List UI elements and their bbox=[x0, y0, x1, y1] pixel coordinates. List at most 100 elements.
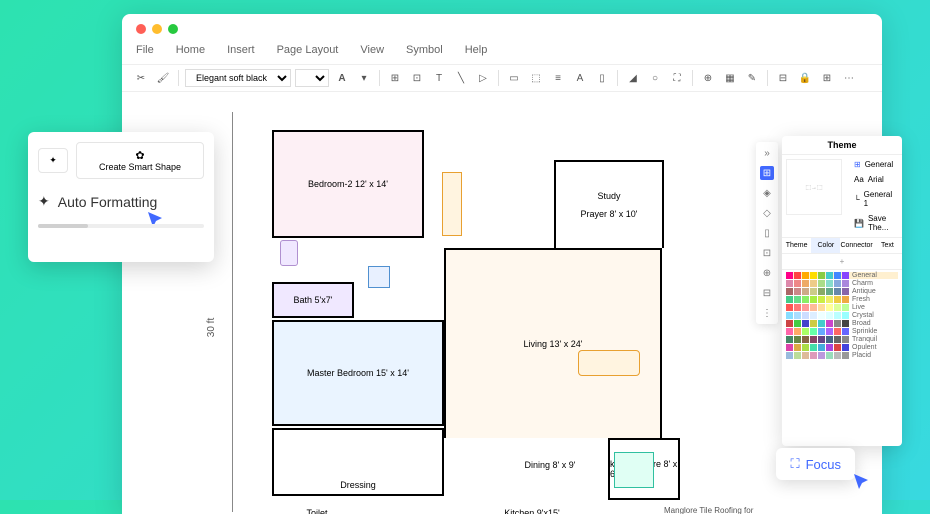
room-kitchen[interactable]: Kitchen 9'x15' bbox=[472, 498, 592, 514]
shape-icon[interactable]: ⬚ bbox=[527, 69, 545, 87]
cursor-icon bbox=[852, 472, 872, 492]
tab-connector[interactable]: Connector bbox=[840, 238, 872, 253]
room-toilet[interactable]: Toilet bbox=[272, 498, 362, 514]
font-select[interactable]: Elegant soft black bbox=[185, 69, 291, 87]
settings-icon[interactable]: ⊟ bbox=[760, 286, 774, 300]
sofa-icon bbox=[578, 350, 640, 376]
theme-panel: Theme ⬚→⬚ ⊞General AaArial └General 1 💾S… bbox=[782, 136, 902, 446]
close-icon[interactable] bbox=[136, 24, 146, 34]
slider[interactable] bbox=[38, 224, 204, 228]
palette-row[interactable]: Fresh bbox=[786, 296, 898, 303]
palette-row[interactable]: Opulent bbox=[786, 344, 898, 351]
shape-icon[interactable]: ▯ bbox=[593, 69, 611, 87]
theme-opt-arial[interactable]: AaArial bbox=[848, 172, 900, 187]
theme-opt-general[interactable]: ⊞General bbox=[848, 157, 900, 172]
palette-row[interactable]: Live bbox=[786, 304, 898, 311]
focus-icon: ⛶ bbox=[790, 456, 799, 472]
cut-icon[interactable]: ✂ bbox=[132, 69, 150, 87]
minimize-icon[interactable] bbox=[152, 24, 162, 34]
room-dressing[interactable]: Dressing bbox=[272, 428, 444, 496]
palette-row[interactable]: Broad bbox=[786, 320, 898, 327]
room-master[interactable]: Master Bedroom 15' x 14' bbox=[272, 320, 444, 426]
grid-icon[interactable]: ⊞ bbox=[818, 69, 836, 87]
theme-opt-save[interactable]: 💾Save The... bbox=[848, 211, 900, 235]
grid-icon[interactable]: ⊞ bbox=[760, 166, 774, 180]
tl-icon[interactable]: ⊡ bbox=[408, 69, 426, 87]
tab-color[interactable]: Color bbox=[811, 238, 840, 253]
paint-icon[interactable]: 🖌 bbox=[154, 69, 172, 87]
maximize-icon[interactable] bbox=[168, 24, 178, 34]
crop-icon[interactable]: ⛶ bbox=[668, 69, 686, 87]
room-bath[interactable]: Bath 5'x7' bbox=[272, 282, 354, 318]
pen-icon[interactable]: ✎ bbox=[743, 69, 761, 87]
text-icon[interactable]: A bbox=[571, 69, 589, 87]
label: Focus bbox=[806, 457, 841, 472]
label: Study bbox=[597, 191, 620, 201]
room-bedroom2[interactable]: Bedroom-2 12' x 14' bbox=[272, 130, 424, 238]
theme-preview[interactable]: ⬚→⬚ bbox=[786, 159, 842, 215]
floor-plan: Bedroom-2 12' x 14' Study Prayer 8' x 10… bbox=[272, 112, 782, 514]
layers-icon[interactable]: ◇ bbox=[760, 206, 774, 220]
toolbar: ✂ 🖌 Elegant soft black 12 A ▾ ⊞ ⊡ T ╲ ▷ … bbox=[122, 64, 882, 92]
label-manglore: Manglore Tile Roofing for Parking bbox=[664, 506, 782, 514]
menu-insert[interactable]: Insert bbox=[227, 44, 255, 56]
focus-button[interactable]: ⛶ Focus bbox=[776, 448, 855, 480]
toilet-icon bbox=[280, 240, 298, 266]
palette-row[interactable]: Sprinkle bbox=[786, 328, 898, 335]
menu-home[interactable]: Home bbox=[176, 44, 205, 56]
menu-view[interactable]: View bbox=[360, 44, 384, 56]
image-icon[interactable]: ▦ bbox=[721, 69, 739, 87]
tab-text[interactable]: Text bbox=[873, 238, 902, 253]
label: Auto Formatting bbox=[58, 194, 158, 210]
shape-icon[interactable]: ○ bbox=[646, 69, 664, 87]
search-icon[interactable]: ⊕ bbox=[699, 69, 717, 87]
page-icon[interactable]: ⊡ bbox=[760, 246, 774, 260]
menu-symbol[interactable]: Symbol bbox=[406, 44, 443, 56]
collapse-icon[interactable]: » bbox=[760, 146, 774, 160]
menu-layout[interactable]: Page Layout bbox=[277, 44, 339, 56]
lock-icon[interactable]: 🔒 bbox=[796, 69, 814, 87]
pointer-icon[interactable]: ▷ bbox=[474, 69, 492, 87]
tab-theme[interactable]: Theme bbox=[782, 238, 811, 253]
label: Create Smart Shape bbox=[85, 162, 195, 172]
create-smart-shape-button[interactable]: ✿ Create Smart Shape bbox=[76, 142, 204, 179]
shape-icon[interactable]: ▭ bbox=[505, 69, 523, 87]
palette-list: GeneralCharmAntiqueFreshLiveCrystalBroad… bbox=[782, 270, 902, 362]
tl-icon[interactable]: ⊟ bbox=[774, 69, 792, 87]
palette-row[interactable]: General bbox=[786, 272, 898, 279]
label: Prayer 8' x 10' bbox=[581, 209, 638, 219]
bold-icon[interactable]: A bbox=[333, 69, 351, 87]
more-icon[interactable]: ⋮ bbox=[760, 306, 774, 320]
tl-icon[interactable]: ⊞ bbox=[386, 69, 404, 87]
sparkle-icon[interactable]: ✦ bbox=[38, 148, 68, 173]
size-select[interactable]: 12 bbox=[295, 69, 329, 87]
page-icon[interactable]: ▯ bbox=[760, 226, 774, 240]
align-icon[interactable]: ≡ bbox=[549, 69, 567, 87]
auto-formatting-row[interactable]: ✦ Auto Formatting bbox=[38, 193, 204, 210]
theme-opt-general1[interactable]: └General 1 bbox=[848, 187, 900, 211]
layers-icon[interactable]: ◈ bbox=[760, 186, 774, 200]
palette-row[interactable]: Crystal bbox=[786, 312, 898, 319]
room-dining[interactable]: Dining 8' x 9' bbox=[498, 438, 602, 492]
color-icon[interactable]: ▾ bbox=[355, 69, 373, 87]
comment-icon[interactable]: ⊕ bbox=[760, 266, 774, 280]
add-palette-button[interactable]: + bbox=[782, 254, 902, 270]
more-icon[interactable]: ⋯ bbox=[840, 69, 858, 87]
palette-row[interactable]: Charm bbox=[786, 280, 898, 287]
menu-file[interactable]: File bbox=[136, 44, 154, 56]
furniture-icon bbox=[614, 452, 654, 488]
theme-title: Theme bbox=[782, 136, 902, 155]
menubar: File Home Insert Page Layout View Symbol… bbox=[122, 40, 882, 64]
palette-row[interactable]: Antique bbox=[786, 288, 898, 295]
side-toolbar: » ⊞ ◈ ◇ ▯ ⊡ ⊕ ⊟ ⋮ bbox=[756, 142, 778, 324]
sparkle-icon: ✦ bbox=[38, 193, 50, 210]
furniture-icon bbox=[442, 172, 462, 236]
palette-row[interactable]: Placid bbox=[786, 352, 898, 359]
line-icon[interactable]: ╲ bbox=[452, 69, 470, 87]
fill-icon[interactable]: ◢ bbox=[624, 69, 642, 87]
room-living[interactable]: Living 13' x 24' bbox=[444, 248, 662, 438]
menu-help[interactable]: Help bbox=[465, 44, 488, 56]
text-icon[interactable]: T bbox=[430, 69, 448, 87]
palette-row[interactable]: Tranquil bbox=[786, 336, 898, 343]
room-study[interactable]: Study Prayer 8' x 10' bbox=[554, 160, 664, 248]
